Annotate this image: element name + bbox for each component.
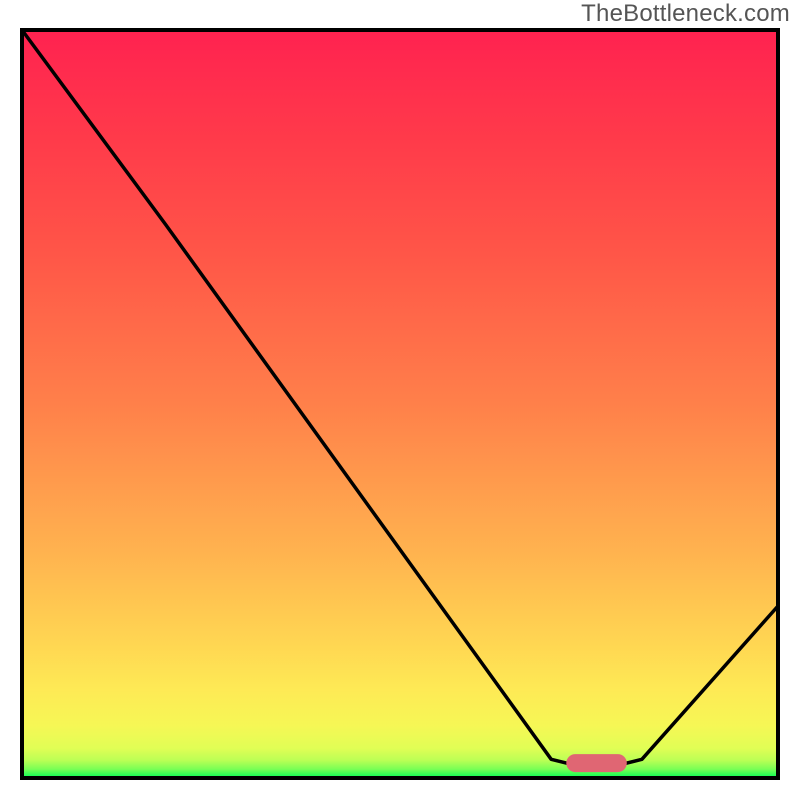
gradient-background — [22, 30, 778, 778]
bottleneck-chart — [0, 0, 800, 800]
chart-container: TheBottleneck.com — [0, 0, 800, 800]
optimal-marker — [566, 754, 627, 772]
